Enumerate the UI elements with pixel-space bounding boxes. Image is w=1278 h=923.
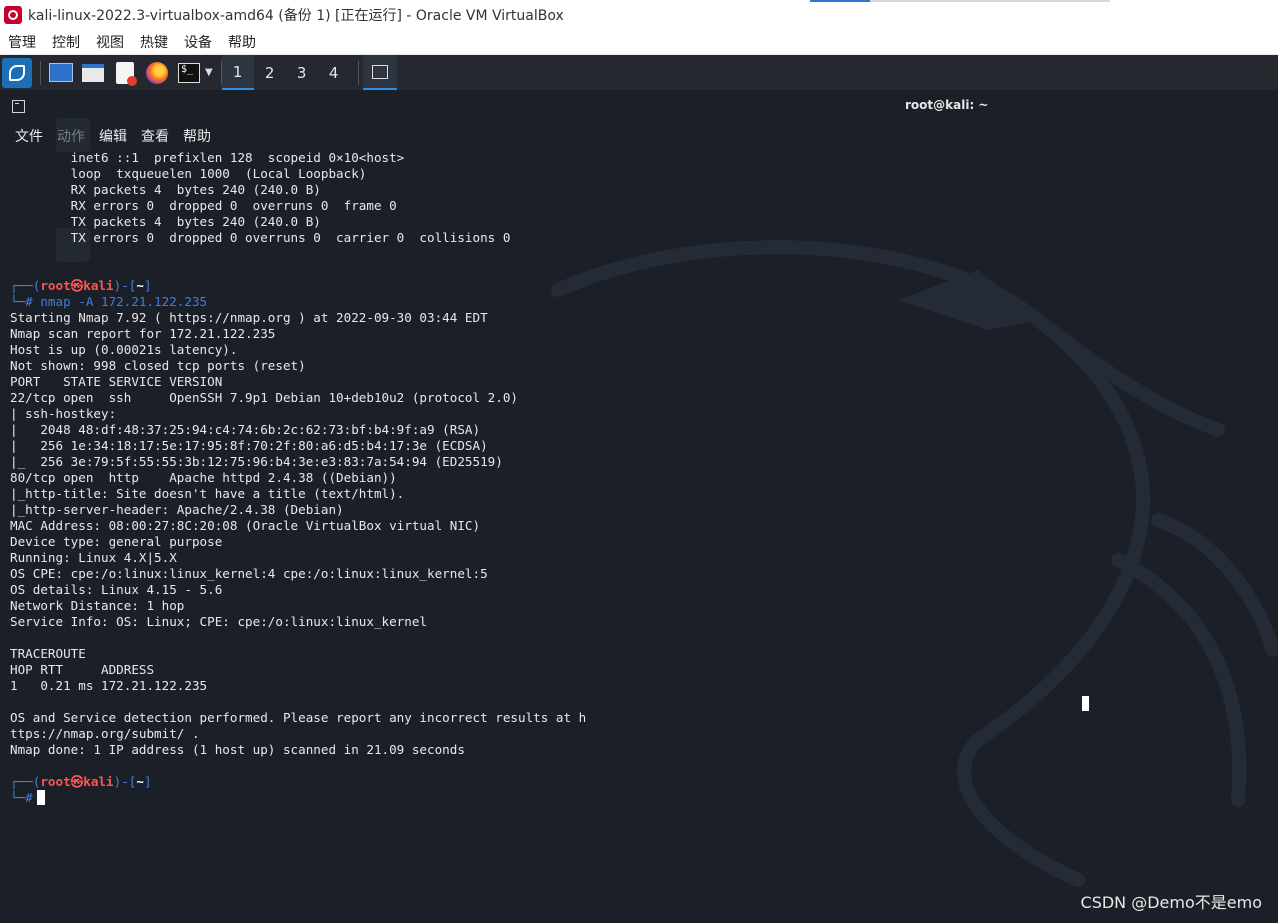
text-editor-icon bbox=[116, 61, 137, 86]
output-line: | 256 1e:34:18:17:5e:17:95:8f:70:2f:80:a… bbox=[10, 438, 488, 453]
text-cursor bbox=[36, 790, 45, 805]
output-line: MAC Address: 08:00:27:8C:20:08 (Oracle V… bbox=[10, 518, 481, 533]
chevron-down-icon[interactable]: ▼ bbox=[205, 67, 213, 78]
output-line: Not shown: 998 closed tcp ports (reset) bbox=[10, 358, 306, 373]
panel-separator bbox=[40, 60, 41, 85]
output-line: OS and Service detection performed. Plea… bbox=[10, 710, 587, 725]
output-line: PORT STATE SERVICE VERSION bbox=[10, 374, 223, 389]
output-line: TX packets 4 bytes 240 (240.0 B) bbox=[10, 214, 321, 229]
output-line: inet6 ::1 prefixlen 128 scopeid 0×10<hos… bbox=[10, 150, 405, 165]
output-line: OS CPE: cpe:/o:linux:linux_kernel:4 cpe:… bbox=[10, 566, 488, 581]
terminal-window: root@kali: ~ 文件 动作 编辑 查看 帮助 inet6 ::1 pr… bbox=[0, 90, 1278, 923]
output-line: ttps://nmap.org/submit/ . bbox=[10, 726, 200, 741]
command-line: └─# nmap -A 172.21.122.235 bbox=[10, 294, 208, 309]
terminal-window-icon[interactable] bbox=[12, 99, 25, 113]
firefox-icon bbox=[146, 61, 168, 84]
terminal-menu-file[interactable]: 文件 bbox=[15, 126, 43, 146]
output-line: loop txqueuelen 1000 (Local Loopback) bbox=[10, 166, 367, 181]
terminal-launcher-button[interactable]: $_ bbox=[177, 61, 201, 85]
terminal-title: root@kali: ~ bbox=[905, 98, 989, 112]
output-line: RX errors 0 dropped 0 overruns 0 frame 0 bbox=[10, 198, 397, 213]
desktop-ghost-icon bbox=[56, 118, 90, 152]
output-line: 1 0.21 ms 172.21.122.235 bbox=[10, 678, 208, 693]
menu-view[interactable]: 视图 bbox=[96, 32, 124, 52]
terminal-menu-help[interactable]: 帮助 bbox=[183, 126, 211, 146]
kali-menu-icon[interactable] bbox=[2, 57, 32, 88]
vbox-title-bar: kali-linux-2022.3-virtualbox-amd64 (备份 1… bbox=[0, 0, 1278, 30]
panel-separator bbox=[357, 60, 359, 85]
terminal-title-bar: root@kali: ~ bbox=[0, 90, 1278, 122]
output-line: 80/tcp open http Apache httpd 2.4.38 ((D… bbox=[10, 470, 397, 485]
file-manager-icon bbox=[82, 63, 104, 82]
output-line: 22/tcp open ssh OpenSSH 7.9p1 Debian 10+… bbox=[10, 390, 518, 405]
output-line: Running: Linux 4.X|5.X bbox=[10, 550, 177, 565]
virtualbox-logo-icon bbox=[4, 6, 22, 24]
output-line: HOP RTT ADDRESS bbox=[10, 662, 155, 677]
output-line: |_http-title: Site doesn't have a title … bbox=[10, 486, 405, 501]
mouse-cursor-icon bbox=[1082, 696, 1089, 711]
menu-hotkeys[interactable]: 热键 bbox=[140, 32, 168, 52]
terminal-output[interactable]: inet6 ::1 prefixlen 128 scopeid 0×10<hos… bbox=[10, 150, 1270, 850]
prompt-line: ┌──(root㉿kali)-[~] bbox=[10, 774, 152, 789]
prompt-line: ┌──(root㉿kali)-[~] bbox=[10, 278, 152, 293]
output-line: Nmap scan report for 172.21.122.235 bbox=[10, 326, 276, 341]
output-line: |_http-server-header: Apache/2.4.38 (Deb… bbox=[10, 502, 344, 517]
menu-control[interactable]: 控制 bbox=[52, 32, 80, 52]
workspace-1[interactable]: 1 bbox=[221, 55, 254, 90]
output-line: OS details: Linux 4.15 - 5.6 bbox=[10, 582, 223, 597]
title-accent-line-2 bbox=[870, 0, 1110, 2]
workspace-3[interactable]: 3 bbox=[286, 55, 318, 90]
firefox-button[interactable] bbox=[145, 61, 169, 85]
output-line: Host is up (0.00021s latency). bbox=[10, 342, 238, 357]
menu-manage[interactable]: 管理 bbox=[8, 32, 36, 52]
output-line: Network Distance: 1 hop bbox=[10, 598, 185, 613]
desktop-icon bbox=[49, 63, 73, 82]
file-manager-button[interactable] bbox=[81, 61, 105, 85]
terminal-icon: $_ bbox=[178, 62, 200, 83]
output-line: | 2048 48:df:48:37:25:94:c4:74:6b:2c:62:… bbox=[10, 422, 481, 437]
terminal-menu-edit[interactable]: 编辑 bbox=[99, 126, 127, 146]
title-accent-line bbox=[810, 0, 870, 2]
output-line: TRACEROUTE bbox=[10, 646, 86, 661]
terminal-menu-bar: 文件 动作 编辑 查看 帮助 bbox=[0, 122, 1278, 150]
output-line: TX errors 0 dropped 0 overruns 0 carrier… bbox=[10, 230, 511, 245]
output-line: RX packets 4 bytes 240 (240.0 B) bbox=[10, 182, 321, 197]
window-title: kali-linux-2022.3-virtualbox-amd64 (备份 1… bbox=[28, 8, 564, 24]
output-line: | ssh-hostkey: bbox=[10, 406, 124, 421]
kali-top-panel: $_ ▼ 1 2 3 4 bbox=[0, 55, 1278, 90]
workspace-4[interactable]: 4 bbox=[318, 55, 350, 90]
menu-devices[interactable]: 设备 bbox=[184, 32, 212, 52]
terminal-menu-view[interactable]: 查看 bbox=[141, 126, 169, 146]
taskbar-terminal-window[interactable] bbox=[362, 55, 397, 90]
text-editor-button[interactable] bbox=[113, 61, 137, 86]
workspace-2[interactable]: 2 bbox=[254, 55, 286, 90]
input-line[interactable]: └─# bbox=[10, 790, 1270, 806]
output-line: |_ 256 3e:79:5f:55:55:3b:12:75:96:b4:3e:… bbox=[10, 454, 503, 469]
terminal-window-icon bbox=[371, 64, 388, 79]
csdn-watermark: CSDN @Demo不是emo bbox=[1080, 893, 1262, 912]
menu-help[interactable]: 帮助 bbox=[228, 32, 256, 52]
output-line: Starting Nmap 7.92 ( https://nmap.org ) … bbox=[10, 310, 488, 325]
vbox-menu-bar: 管理 控制 视图 热键 设备 帮助 bbox=[0, 30, 1278, 55]
output-line: Device type: general purpose bbox=[10, 534, 223, 549]
desktop-button[interactable] bbox=[49, 61, 73, 85]
output-line: Service Info: OS: Linux; CPE: cpe:/o:lin… bbox=[10, 614, 428, 629]
output-line: Nmap done: 1 IP address (1 host up) scan… bbox=[10, 742, 465, 757]
